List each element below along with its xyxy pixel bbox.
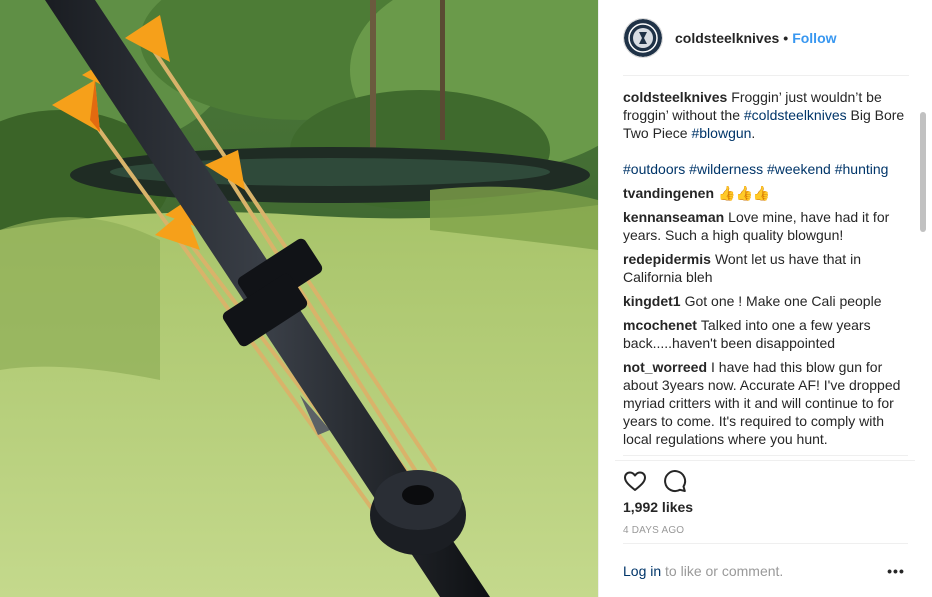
hashtag-wilderness[interactable]: #wilderness xyxy=(689,161,763,177)
hashtag-weekend[interactable]: #weekend xyxy=(767,161,831,177)
comment-bubble-icon xyxy=(664,469,687,492)
more-options-icon[interactable]: ••• xyxy=(884,559,908,583)
hashtag-blowgun[interactable]: #blowgun xyxy=(691,125,751,141)
hashtag-coldsteelknives[interactable]: #coldsteelknives xyxy=(744,107,847,123)
comment-username[interactable]: tvandingenen xyxy=(623,185,714,201)
caption-username[interactable]: coldsteelknives xyxy=(623,89,727,105)
comment-item: tvandingenen 👍👍👍 xyxy=(623,184,913,202)
comment-button[interactable] xyxy=(655,461,695,501)
post-photo[interactable] xyxy=(0,0,598,597)
comment-text: Got one ! Make one Cali people xyxy=(684,293,882,309)
follow-button[interactable]: Follow xyxy=(792,30,836,46)
comment-username[interactable]: kingdet1 xyxy=(623,293,681,309)
scrollbar-thumb[interactable] xyxy=(920,112,926,232)
comment-item: not_worreed I have had this blow gun for … xyxy=(623,358,913,448)
hashtag-hunting[interactable]: #hunting xyxy=(835,161,889,177)
login-prompt-text: to like or comment. xyxy=(661,562,784,579)
header-divider xyxy=(623,75,909,76)
heart-icon xyxy=(624,471,646,491)
comment-item: redepidermis Wont let us have that in Cal… xyxy=(623,250,913,286)
likes-count[interactable]: 1,992 likes xyxy=(623,499,693,515)
post-header: coldsteelknives • Follow xyxy=(599,0,932,76)
cold-steel-logo-icon xyxy=(624,19,662,57)
post-caption: coldsteelknives Froggin’ just wouldn’t be… xyxy=(623,88,913,178)
add-comment-bar: Log in to like or comment. ••• xyxy=(623,543,908,597)
comment-username[interactable]: mcochenet xyxy=(623,317,697,333)
header-username[interactable]: coldsteelknives xyxy=(675,30,779,46)
header-separator: • xyxy=(783,30,789,46)
comments-list[interactable]: coldsteelknives Froggin’ just wouldn’t be… xyxy=(623,88,913,455)
comment-username[interactable]: redepidermis xyxy=(623,251,711,267)
login-prompt: Log in to like or comment. xyxy=(623,563,783,579)
instagram-post: coldsteelknives • Follow coldsteelknives… xyxy=(0,0,932,597)
login-link[interactable]: Log in xyxy=(623,563,661,579)
comment-item: mcochenet Talked into one a few years bac… xyxy=(623,316,913,352)
comment-text: 👍👍👍 xyxy=(718,185,771,201)
post-side-panel: coldsteelknives • Follow coldsteelknives… xyxy=(598,0,932,597)
comment-username[interactable]: kennanseaman xyxy=(623,209,724,225)
comments-scrollbar[interactable] xyxy=(919,82,927,454)
caption-text-3: . xyxy=(751,125,756,141)
comment-item: kingdet1 Got one ! Make one Cali people xyxy=(623,292,913,310)
post-actions xyxy=(615,460,915,500)
actions-divider xyxy=(623,455,908,456)
comment-item: kennanseaman Love mine, have had it for y… xyxy=(623,208,913,244)
comment-username[interactable]: not_worreed xyxy=(623,359,707,375)
blowgun-photo-illustration xyxy=(0,0,598,597)
hashtag-outdoors[interactable]: #outdoors xyxy=(623,161,685,177)
like-button[interactable] xyxy=(615,461,655,501)
avatar[interactable] xyxy=(623,18,663,58)
post-timestamp[interactable]: 4 DAYS AGO xyxy=(623,525,684,536)
